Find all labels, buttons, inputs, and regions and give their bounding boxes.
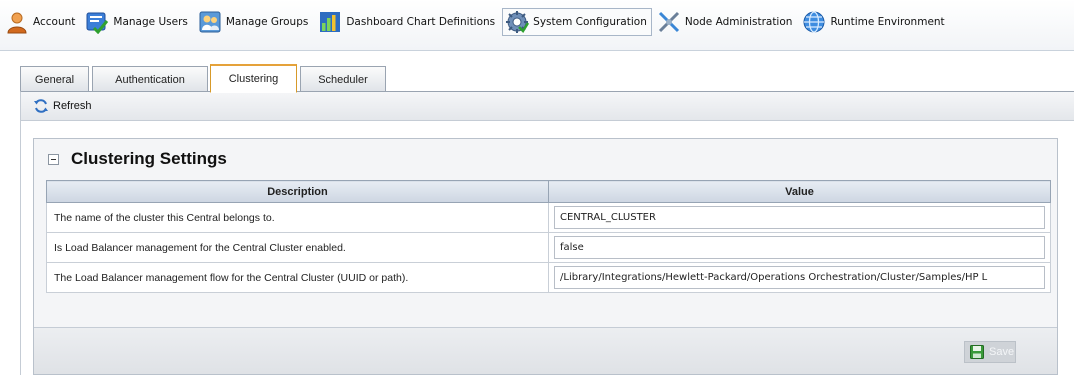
refresh-icon [34, 99, 48, 113]
table-row: The Load Balancer management flow for th… [46, 262, 1051, 293]
nav-account[interactable]: Account [2, 8, 80, 36]
nav-label: Manage Users [113, 16, 188, 28]
globe-icon [803, 11, 825, 33]
tab-authentication[interactable]: Authentication [92, 66, 208, 92]
node-administration-icon [658, 11, 679, 33]
setting-description: Is Load Balancer management for the Cent… [46, 232, 549, 263]
nav-label: Account [33, 16, 76, 28]
setting-description: The name of the cluster this Central bel… [46, 202, 549, 233]
setting-value-cell: CENTRAL_CLUSTER [548, 202, 1051, 233]
table-row: Is Load Balancer management for the Cent… [46, 232, 1051, 263]
setting-value-cell: false [548, 232, 1051, 263]
tab-general[interactable]: General [20, 66, 89, 92]
system-configuration-icon [506, 11, 530, 33]
load-balancer-flow-field[interactable]: /Library/Integrations/Hewlett-Packard/Op… [554, 266, 1045, 289]
tab-clustering[interactable]: Clustering [210, 64, 297, 93]
tab-label: General [34, 73, 75, 86]
load-balancer-enabled-field[interactable]: false [554, 236, 1045, 259]
column-header-value: Value [548, 180, 1051, 203]
nav-label: System Configuration [533, 16, 647, 28]
tab-scheduler[interactable]: Scheduler [300, 66, 386, 92]
bar-chart-icon [320, 12, 341, 32]
nav-label: Runtime Environment [830, 16, 945, 28]
card-header: Clustering Settings [48, 149, 227, 169]
collapse-toggle-icon[interactable] [48, 153, 59, 165]
save-button[interactable]: Save [964, 341, 1016, 363]
nav-system-configuration[interactable]: System Configuration [502, 8, 652, 36]
setting-description: The Load Balancer management flow for th… [46, 262, 549, 293]
cluster-name-field[interactable]: CENTRAL_CLUSTER [554, 206, 1045, 229]
setting-value-cell: /Library/Integrations/Hewlett-Packard/Op… [548, 262, 1051, 293]
tab-label: Authentication [115, 73, 185, 86]
floppy-disk-icon [970, 345, 984, 359]
manage-groups-icon [199, 11, 221, 33]
clustering-settings-card: Clustering Settings Description Value Th… [33, 138, 1058, 375]
nav-label: Manage Groups [225, 16, 309, 28]
nav-runtime-environment[interactable]: Runtime Environment [799, 8, 949, 36]
main-toolbar: Account Manage Users Manage Groups Dashb… [0, 0, 1074, 51]
nav-node-administration[interactable]: Node Administration [654, 8, 798, 36]
table-row: The name of the cluster this Central bel… [46, 202, 1051, 233]
table-header-row: Description Value [46, 180, 1051, 203]
nav-label: Node Administration [684, 16, 793, 28]
nav-label: Dashboard Chart Definitions [346, 16, 496, 28]
manage-users-icon [86, 12, 109, 34]
nav-manage-groups[interactable]: Manage Groups [195, 8, 313, 36]
card-title: Clustering Settings [71, 149, 227, 168]
nav-manage-users[interactable]: Manage Users [82, 8, 192, 36]
refresh-label: Refresh [53, 100, 92, 112]
save-label: Save [989, 346, 1015, 358]
tab-label: Clustering [228, 73, 279, 85]
card-footer: Save [34, 327, 1057, 374]
tab-label: Scheduler [318, 73, 368, 86]
config-tabs: General Authentication Clustering Schedu… [20, 64, 1060, 93]
refresh-button[interactable]: Refresh [21, 92, 1074, 121]
column-header-description: Description [46, 180, 549, 203]
nav-dashboard-chart-definitions[interactable]: Dashboard Chart Definitions [315, 8, 500, 36]
account-icon [7, 12, 27, 34]
settings-table: Description Value The name of the cluste… [46, 180, 1051, 293]
